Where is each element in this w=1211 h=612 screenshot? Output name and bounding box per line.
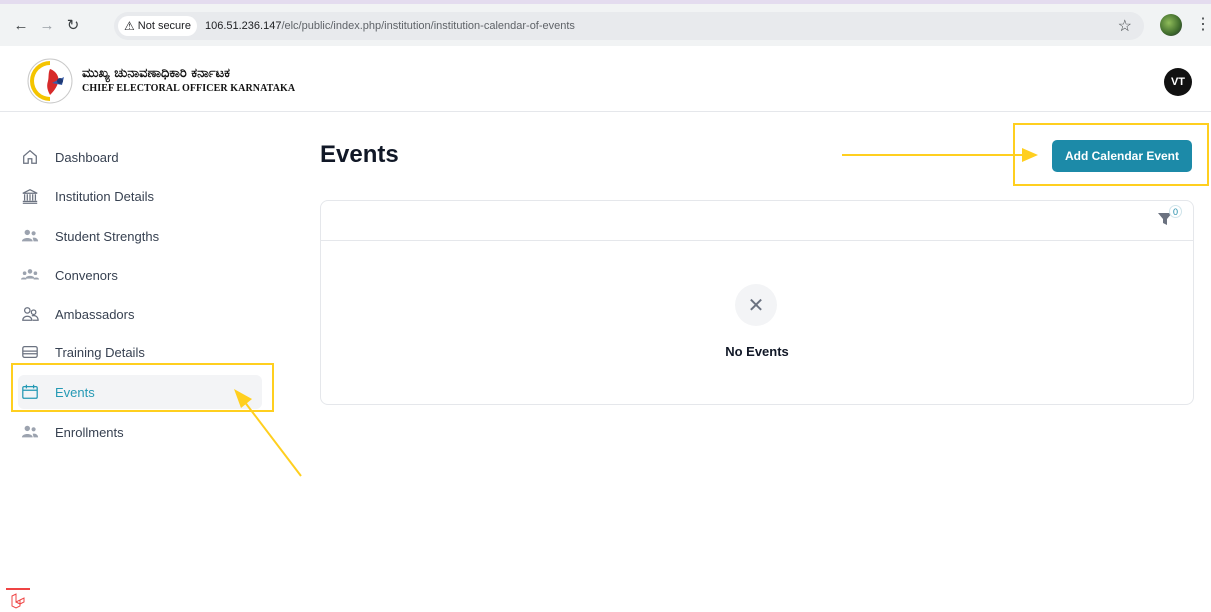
sidebar-item-student-strengths[interactable]: Student Strengths [18,219,262,253]
sidebar-item-convenors[interactable]: Convenors [18,258,262,292]
card-toolbar: 0 [321,201,1193,241]
bookmark-star-icon[interactable]: ☆ [1118,16,1132,36]
institution-icon [20,186,40,206]
empty-state-text: No Events [725,344,789,359]
url-path: /elc/public/index.php/institution/instit… [281,20,575,32]
annotation-highlight-events-menu [11,363,274,412]
warning-icon: ⚠ [124,19,135,33]
close-icon: ✕ [735,284,777,326]
training-icon [20,342,40,362]
browser-toolbar: ← → ↻ ⚠ Not secure 106.51.236.147/elc/pu… [0,0,1211,46]
security-chip[interactable]: ⚠ Not secure [118,16,197,36]
logo-text: ಮುಖ್ಯ ಚುನಾವಣಾಧಿಕಾರಿ ಕರ್ನಾಟಕ CHIEF ELECTO… [82,66,295,94]
sidebar-item-label: Enrollments [55,424,124,440]
users-icon [20,226,40,246]
sidebar-item-label: Training Details [55,344,145,360]
home-icon [20,147,40,167]
laravel-debug-icon[interactable] [6,588,30,612]
events-card: 0 ✕ No Events [320,200,1194,405]
sidebar-item-institution-details[interactable]: Institution Details [18,179,262,213]
sidebar-item-ambassadors[interactable]: Ambassadors [18,297,262,331]
sidebar-item-label: Student Strengths [55,228,160,244]
sidebar-item-label: Convenors [55,267,118,283]
users-icon [20,422,40,442]
group-icon [20,265,40,285]
logo-english-text: CHIEF ELECTORAL OFFICER KARNATAKA [82,83,296,94]
ambassadors-icon [20,304,40,324]
filter-count-badge: 0 [1169,205,1182,218]
user-avatar[interactable]: VT [1164,68,1192,96]
security-label: Not secure [137,20,191,32]
browser-profile-icon[interactable] [1160,14,1182,36]
sidebar-item-label: Institution Details [55,188,154,204]
address-bar[interactable]: ⚠ Not secure 106.51.236.147/elc/public/i… [114,12,1144,40]
logo-kannada-text: ಮುಖ್ಯ ಚುನಾವಣಾಧಿಕಾರಿ ಕರ್ನಾಟಕ [82,66,230,81]
page-title: Events [320,141,399,168]
reload-icon[interactable]: ↻ [62,14,84,36]
sidebar-item-dashboard[interactable]: Dashboard [18,140,262,174]
sidebar-item-label: Ambassadors [55,306,135,322]
sidebar-item-enrollments[interactable]: Enrollments [18,415,262,449]
laravel-logo-icon [11,593,25,609]
sidebar-item-label: Dashboard [55,149,119,165]
filter-button[interactable]: 0 [1157,205,1182,231]
annotation-highlight-add-button [1013,123,1209,186]
browser-menu-icon[interactable]: ⋮ [1195,14,1211,36]
url-host: 106.51.236.147 [204,20,282,32]
url-text[interactable]: 106.51.236.147/elc/public/index.php/inst… [205,20,575,32]
app-header: ಮುಖ್ಯ ಚುನಾವಣಾಧಿಕಾರಿ ಕರ್ನಾಟಕ CHIEF ELECTO… [0,46,1211,112]
back-arrow-icon[interactable]: ← [10,14,32,36]
ceo-karnataka-logo[interactable] [26,57,74,105]
forward-arrow-icon[interactable]: → [36,14,58,36]
